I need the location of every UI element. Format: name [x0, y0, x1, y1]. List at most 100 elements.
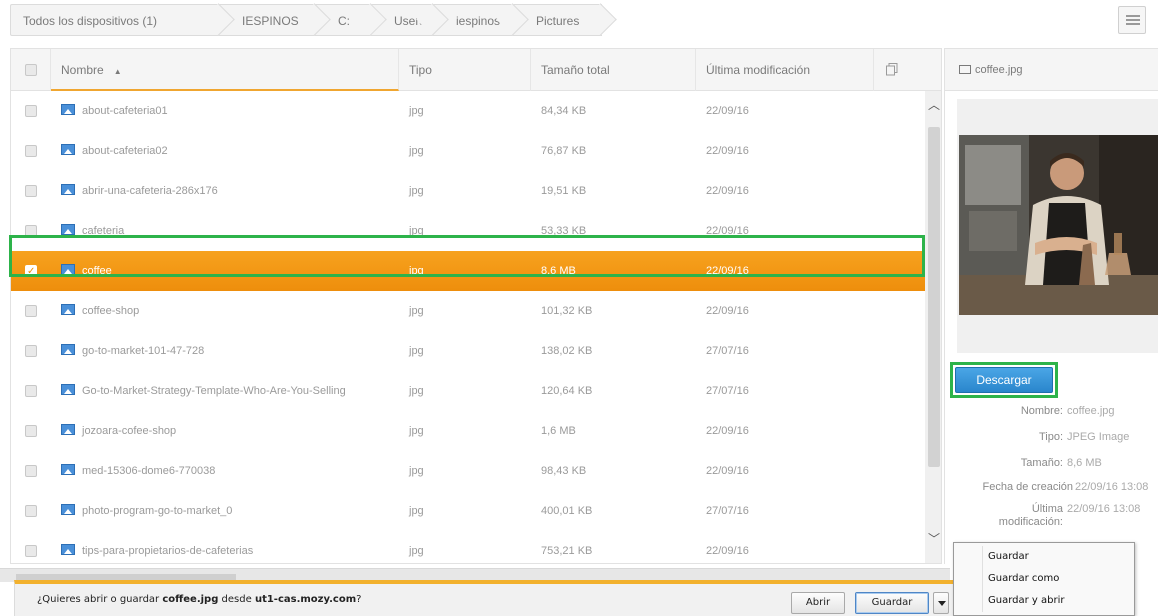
file-name-cell[interactable]: go-to-market-101-47-728: [61, 331, 401, 371]
file-name: med-15306-dome6-770038: [82, 465, 216, 477]
table-row[interactable]: tips-para-propietarios-de-cafeterias jpg 7…: [11, 531, 925, 563]
breadcrumb: Todos los dispositivos (1) IESPINOS C: U…: [10, 4, 602, 36]
download-prompt: ¿Quieres abrir o guardar coffee.jpg desd…: [37, 594, 361, 605]
status-text-obscured: [16, 573, 236, 580]
file-name-cell[interactable]: tips-para-propietarios-de-cafeterias: [61, 531, 401, 563]
row-checkbox[interactable]: [25, 385, 37, 397]
download-host-name: ut1-cas.mozy.com: [254, 594, 357, 605]
file-name-cell[interactable]: coffee-shop: [61, 291, 401, 331]
table-row[interactable]: med-15306-dome6-770038 jpg 98,43 KB 22/09/1…: [11, 451, 925, 491]
image-file-icon: [959, 65, 971, 74]
image-file-icon: [61, 384, 75, 395]
file-name-cell[interactable]: jozoara-cofee-shop: [61, 411, 401, 451]
menu-item-save-as[interactable]: Guardar como: [954, 569, 1134, 589]
table-row[interactable]: cafeteria jpg 53,33 KB 22/09/16: [11, 211, 925, 251]
file-name-cell[interactable]: about-cafeteria01: [61, 91, 401, 131]
image-file-icon: [61, 464, 75, 475]
file-modified: 22/09/16: [706, 545, 749, 557]
table-row[interactable]: photo-program-go-to-market_0 jpg 400,01 KB…: [11, 491, 925, 531]
save-options-dropdown-button[interactable]: [933, 592, 949, 614]
row-checkbox[interactable]: [25, 545, 37, 557]
download-prompt-suffix: ?: [356, 594, 362, 605]
row-checkbox[interactable]: [25, 305, 37, 317]
table-row[interactable]: about-cafeteria01 jpg 84,34 KB 22/09/16: [11, 91, 925, 131]
meta-label: Última modificación:: [998, 503, 1063, 528]
row-checkbox[interactable]: [25, 345, 37, 357]
table-row[interactable]: go-to-market-101-47-728 jpg 138,02 KB 27/07…: [11, 331, 925, 371]
row-checkbox[interactable]: [25, 505, 37, 517]
file-size: 76,87 KB: [541, 145, 587, 157]
image-file-icon: [61, 144, 75, 155]
file-name-cell[interactable]: Go-to-Market-Strategy-Template-Who-Are-Y…: [61, 371, 401, 411]
row-checkbox[interactable]: [25, 105, 37, 117]
column-header-modified[interactable]: Última modificación: [696, 49, 874, 91]
scroll-down-icon[interactable]: ﹀: [928, 533, 940, 545]
scrollbar-thumb[interactable]: [928, 127, 940, 467]
select-all-checkbox[interactable]: [25, 64, 37, 76]
file-type: jpg: [409, 145, 424, 157]
preview-photo: [959, 135, 1158, 315]
column-options-icon[interactable]: [886, 63, 898, 76]
preview-panel: coffee.jpg Descargar Nombre: coffee.jpg …: [944, 48, 1158, 564]
breadcrumb-item-devices[interactable]: Todos los dispositivos (1): [10, 4, 220, 36]
row-checkbox[interactable]: [25, 465, 37, 477]
meta-value: 22/09/16 13:08: [1067, 503, 1141, 515]
table-row[interactable]: coffee jpg 8,6 MB 22/09/16: [11, 251, 925, 292]
column-header-size[interactable]: Tamaño total: [531, 49, 696, 91]
table-row[interactable]: jozoara-cofee-shop jpg 1,6 MB 22/09/16: [11, 411, 925, 451]
file-name-cell[interactable]: coffee: [61, 251, 401, 291]
file-name-cell[interactable]: about-cafeteria02: [61, 131, 401, 171]
file-type: jpg: [409, 505, 424, 517]
column-options-cell: [874, 49, 941, 91]
table-row[interactable]: about-cafeteria02 jpg 76,87 KB 22/09/16: [11, 131, 925, 171]
row-checkbox[interactable]: [25, 425, 37, 437]
meta-value: 22/09/16 13:08: [1075, 481, 1149, 493]
image-file-icon: [61, 184, 75, 195]
list-view-button[interactable]: [1118, 6, 1146, 34]
list-view-icon: [1126, 15, 1140, 25]
file-size: 753,21 KB: [541, 545, 593, 557]
meta-value: JPEG Image: [1067, 431, 1130, 443]
scroll-up-icon[interactable]: ︿: [928, 99, 940, 111]
table-row[interactable]: coffee-shop jpg 101,32 KB 22/09/16: [11, 291, 925, 331]
file-name-cell[interactable]: med-15306-dome6-770038: [61, 451, 401, 491]
column-header-type[interactable]: Tipo: [399, 49, 531, 91]
open-file-button[interactable]: Abrir: [791, 592, 845, 614]
table-scrollbar[interactable]: ︿ ﹀: [925, 91, 941, 563]
menu-item-save[interactable]: Guardar: [954, 547, 1134, 567]
file-name: cafeteria: [82, 225, 125, 237]
preview-filename: coffee.jpg: [975, 64, 1023, 76]
file-modified: 22/09/16: [706, 265, 749, 277]
file-name-cell[interactable]: cafeteria: [61, 211, 401, 251]
file-modified: 22/09/16: [706, 305, 749, 317]
file-type: jpg: [409, 225, 424, 237]
file-name-cell[interactable]: abrir-una-cafeteria-286x176: [61, 171, 401, 211]
save-file-button[interactable]: Guardar: [855, 592, 929, 614]
file-modified: 22/09/16: [706, 225, 749, 237]
file-modified: 27/07/16: [706, 385, 749, 397]
file-name: Go-to-Market-Strategy-Template-Who-Are-Y…: [82, 385, 346, 397]
file-list: about-cafeteria01 jpg 84,34 KB 22/09/16 abou…: [11, 91, 925, 563]
table-row[interactable]: Go-to-Market-Strategy-Template-Who-Are-Y…: [11, 371, 925, 411]
row-checkbox[interactable]: [25, 225, 37, 237]
file-name: coffee: [82, 265, 112, 277]
meta-label: Nombre:: [1020, 405, 1063, 417]
image-file-icon: [61, 424, 75, 435]
download-prompt-prefix: ¿Quieres abrir o guardar: [37, 594, 163, 605]
file-modified: 27/07/16: [706, 505, 749, 517]
breadcrumb-item-computer[interactable]: IESPINOS: [220, 4, 316, 36]
row-checkbox[interactable]: [25, 252, 37, 292]
menu-item-save-and-open[interactable]: Guardar y abrir: [954, 591, 1134, 611]
file-name: jozoara-cofee-shop: [82, 425, 177, 437]
row-checkbox[interactable]: [25, 185, 37, 197]
image-file-icon: [61, 344, 75, 355]
file-size: 1,6 MB: [541, 425, 576, 437]
meta-value: coffee.jpg: [1067, 405, 1115, 417]
file-type: jpg: [409, 105, 424, 117]
table-row[interactable]: abrir-una-cafeteria-286x176 jpg 19,51 KB 22…: [11, 171, 925, 211]
meta-label: Tipo:: [1038, 431, 1063, 443]
download-button[interactable]: Descargar: [955, 367, 1053, 393]
file-name-cell[interactable]: photo-program-go-to-market_0: [61, 491, 401, 531]
column-header-name[interactable]: Nombre ▲: [51, 49, 399, 91]
row-checkbox[interactable]: [25, 145, 37, 157]
